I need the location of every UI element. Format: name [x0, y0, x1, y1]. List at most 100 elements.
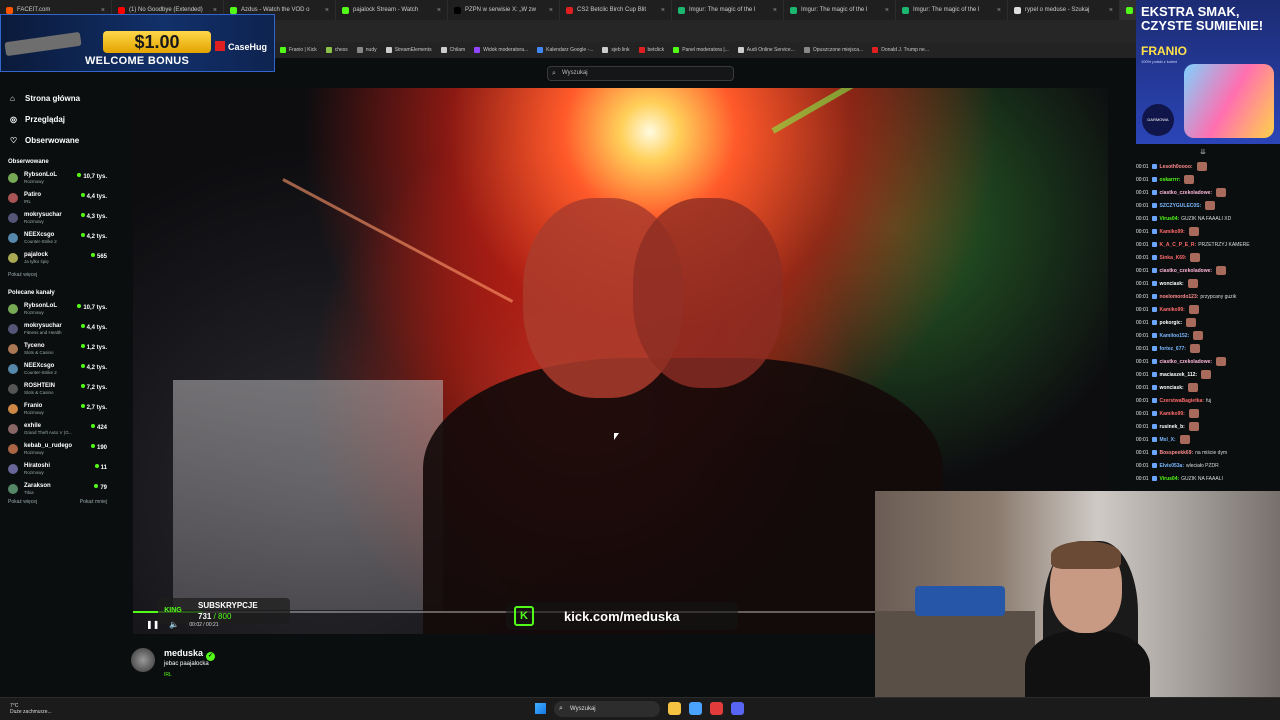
bookmark-item[interactable]: betclick [638, 47, 664, 53]
close-icon[interactable]: × [325, 7, 329, 14]
ad-welcome-text: WELCOME BONUS [85, 55, 190, 67]
chat-username[interactable]: ciastko_czekoladowe: [1160, 268, 1213, 274]
browser-tab[interactable]: Imgur: The magic of the I × [784, 0, 896, 20]
chat-timestamp: 00:01 [1136, 384, 1149, 391]
bookmark-item[interactable]: Donald J. Trump ne... [872, 47, 929, 53]
chat-username[interactable]: Virus04: [1160, 216, 1180, 222]
chat-username[interactable]: K_A_C_P_E_R: [1160, 242, 1197, 248]
channel-item[interactable]: RybsonLoL Rozmowy 10,7 tys. [0, 168, 116, 188]
chat-username[interactable]: Kamiko99: [1160, 411, 1185, 417]
channel-item[interactable]: Zarakson Tibia 79 [0, 479, 116, 499]
close-icon[interactable]: × [101, 7, 105, 14]
browser-tab[interactable]: Imgur: The magic of the I × [672, 0, 784, 20]
file-explorer-icon[interactable] [668, 702, 681, 715]
channel-item[interactable]: NEEXcsgo Counter-Strike 2 4,2 tys. [0, 228, 116, 248]
bookmark-item[interactable]: chess [325, 47, 348, 53]
show-less-recommended[interactable]: Pokaż mniej [80, 499, 107, 505]
channel-item[interactable]: pajalock Ja tylko śpię 565 [0, 248, 116, 268]
channel-item[interactable]: mokrysuchar Rozmowy 4,3 tys. [0, 208, 116, 228]
close-icon[interactable]: × [773, 7, 777, 14]
chat-username[interactable]: SZCZYGULEC0S: [1160, 203, 1202, 209]
taskbar-search[interactable]: ⌕ Wyszukaj [554, 701, 660, 717]
channel-item[interactable]: Franio Rozmowy 2,7 tys. [0, 399, 116, 419]
chat-username[interactable]: Lesoth0oooo: [1160, 164, 1193, 170]
chat-username[interactable]: pokorgic: [1160, 320, 1183, 326]
chat-username[interactable]: Mxl_X: [1160, 437, 1176, 443]
channel-item[interactable]: RybsonLoL Rozmowy 10,7 tys. [0, 299, 116, 319]
chat-username[interactable]: oskarrrr: [1160, 177, 1181, 183]
weather-widget[interactable]: 7°C Duże zachmurze... [10, 703, 52, 715]
nav-item-2[interactable]: ♡ Obserwowane [0, 130, 116, 151]
browser-tab[interactable]: PZPN w serwisie X: „W zw × [448, 0, 560, 20]
windows-start-icon[interactable] [535, 703, 546, 714]
chat-username[interactable]: Elvis053a: [1160, 463, 1184, 469]
bookmark-item[interactable]: sjeb link [602, 47, 630, 53]
browser-tab[interactable]: CS2 Betclic Birch Cup Blit × [560, 0, 672, 20]
chat-username[interactable]: Kamiloo152: [1160, 333, 1190, 339]
channel-item[interactable]: exhile Grand Theft Auto V (G... 424 [0, 419, 116, 439]
chat-text: przypcany guzik [1200, 293, 1237, 300]
discord-icon[interactable] [731, 702, 744, 715]
channel-item[interactable]: NEEXcsgo Counter-Strike 2 4,2 tys. [0, 359, 116, 379]
bookmark-item[interactable]: Franio | Kick [280, 47, 317, 53]
browser-tab[interactable]: Imgur: The magic of the I × [896, 0, 1008, 20]
chat-username[interactable]: Sinka_K69: [1160, 255, 1187, 261]
bookmark-item[interactable]: Audi Online Service... [737, 47, 795, 53]
chat-username[interactable]: wonciask: [1160, 385, 1184, 391]
avatar [8, 364, 18, 374]
bookmark-item[interactable]: nudy [356, 47, 377, 53]
chat-username[interactable]: Bosspeekk69: [1160, 450, 1194, 456]
bookmark-item[interactable]: Opuszczone miejsca... [803, 47, 863, 53]
chat-username[interactable]: wonciask: [1160, 281, 1184, 287]
bookmark-item[interactable]: Widok moderatora... [474, 47, 528, 53]
chat-username[interactable]: noelomordo123: [1160, 294, 1199, 300]
chrome-icon[interactable] [689, 702, 702, 715]
avatar [8, 304, 18, 314]
chat-username[interactable]: ciastko_czekoladowe: [1160, 190, 1213, 196]
channel-item[interactable]: Patiro IRL 4,4 tys. [0, 188, 116, 208]
browser-tab[interactable]: pajalock Stream - Watch × [336, 0, 448, 20]
nav-item-0[interactable]: ⌂ Strona główna [0, 88, 116, 109]
collapse-icon[interactable]: ⇊ [1200, 148, 1206, 156]
bookmark-item[interactable]: Kalendarz Google -... [537, 47, 593, 53]
taskbar-apps [668, 702, 744, 715]
channel-item[interactable]: ROSHTEIN Slots & Casino 7,2 tys. [0, 379, 116, 399]
channel-item[interactable]: mokrysuchar Fitness and Health 4,4 tys. [0, 319, 116, 339]
chat-username[interactable]: maciaszek_112: [1160, 372, 1198, 378]
volume-icon[interactable]: 🔈 [169, 620, 179, 629]
casehug-ad-banner[interactable]: $1.00 WELCOME BONUS CaseHug [0, 14, 275, 72]
bookmark-item[interactable]: StreamElements [385, 47, 432, 53]
close-icon[interactable]: × [997, 7, 1001, 14]
bookmark-item[interactable]: Panel moderatora |... [673, 47, 729, 53]
search-input[interactable]: ⌕ Wyszukaj [547, 66, 734, 81]
chat-username[interactable]: ciastko_czekoladowe: [1160, 359, 1213, 365]
app-icon[interactable] [710, 702, 723, 715]
chat-username[interactable]: Kamiko99: [1160, 307, 1185, 313]
channel-name: NEEXcsgo [24, 231, 55, 238]
bookmark-item[interactable]: Chilam [440, 47, 465, 53]
nav-item-1[interactable]: ◎ Przeglądaj [0, 109, 116, 130]
chat-username[interactable]: fortez_677: [1160, 346, 1186, 352]
chat-username[interactable]: Kamiko99: [1160, 229, 1185, 235]
close-icon[interactable]: × [549, 7, 553, 14]
close-icon[interactable]: × [1109, 7, 1113, 14]
close-icon[interactable]: × [661, 7, 665, 14]
pause-icon[interactable]: ❚❚ [146, 620, 159, 629]
channel-item[interactable]: Hiratoshi Rozmowy 11 [0, 459, 116, 479]
channel-item[interactable]: kebab_u_rudego Rozmowy 190 [0, 439, 116, 459]
tab-favicon-icon [790, 6, 797, 14]
show-more-followed[interactable]: Pokaż więcej [0, 268, 116, 282]
franio-ad-banner[interactable]: EKSTRA SMAK, CZYSTE SUMIENIE! FRANIO 100… [1136, 0, 1280, 144]
browser-tab[interactable]: rypel o meduse - Szukaj × [1008, 0, 1120, 20]
chat-username[interactable]: Virus04: [1160, 476, 1180, 482]
close-icon[interactable]: × [437, 7, 441, 14]
show-more-recommended[interactable]: Pokaż więcej [8, 499, 37, 505]
chat-username[interactable]: rusinek_b: [1160, 424, 1185, 430]
chat-username[interactable]: CzerstwaBagietka: [1160, 398, 1204, 404]
avatar[interactable] [131, 648, 155, 672]
close-icon[interactable]: × [213, 7, 217, 14]
stream-category[interactable]: IRL [164, 672, 172, 678]
close-icon[interactable]: × [885, 7, 889, 14]
channel-name[interactable]: meduska ✓ [164, 648, 216, 661]
channel-item[interactable]: Tyceno Slots & Casino 1,2 tys. [0, 339, 116, 359]
